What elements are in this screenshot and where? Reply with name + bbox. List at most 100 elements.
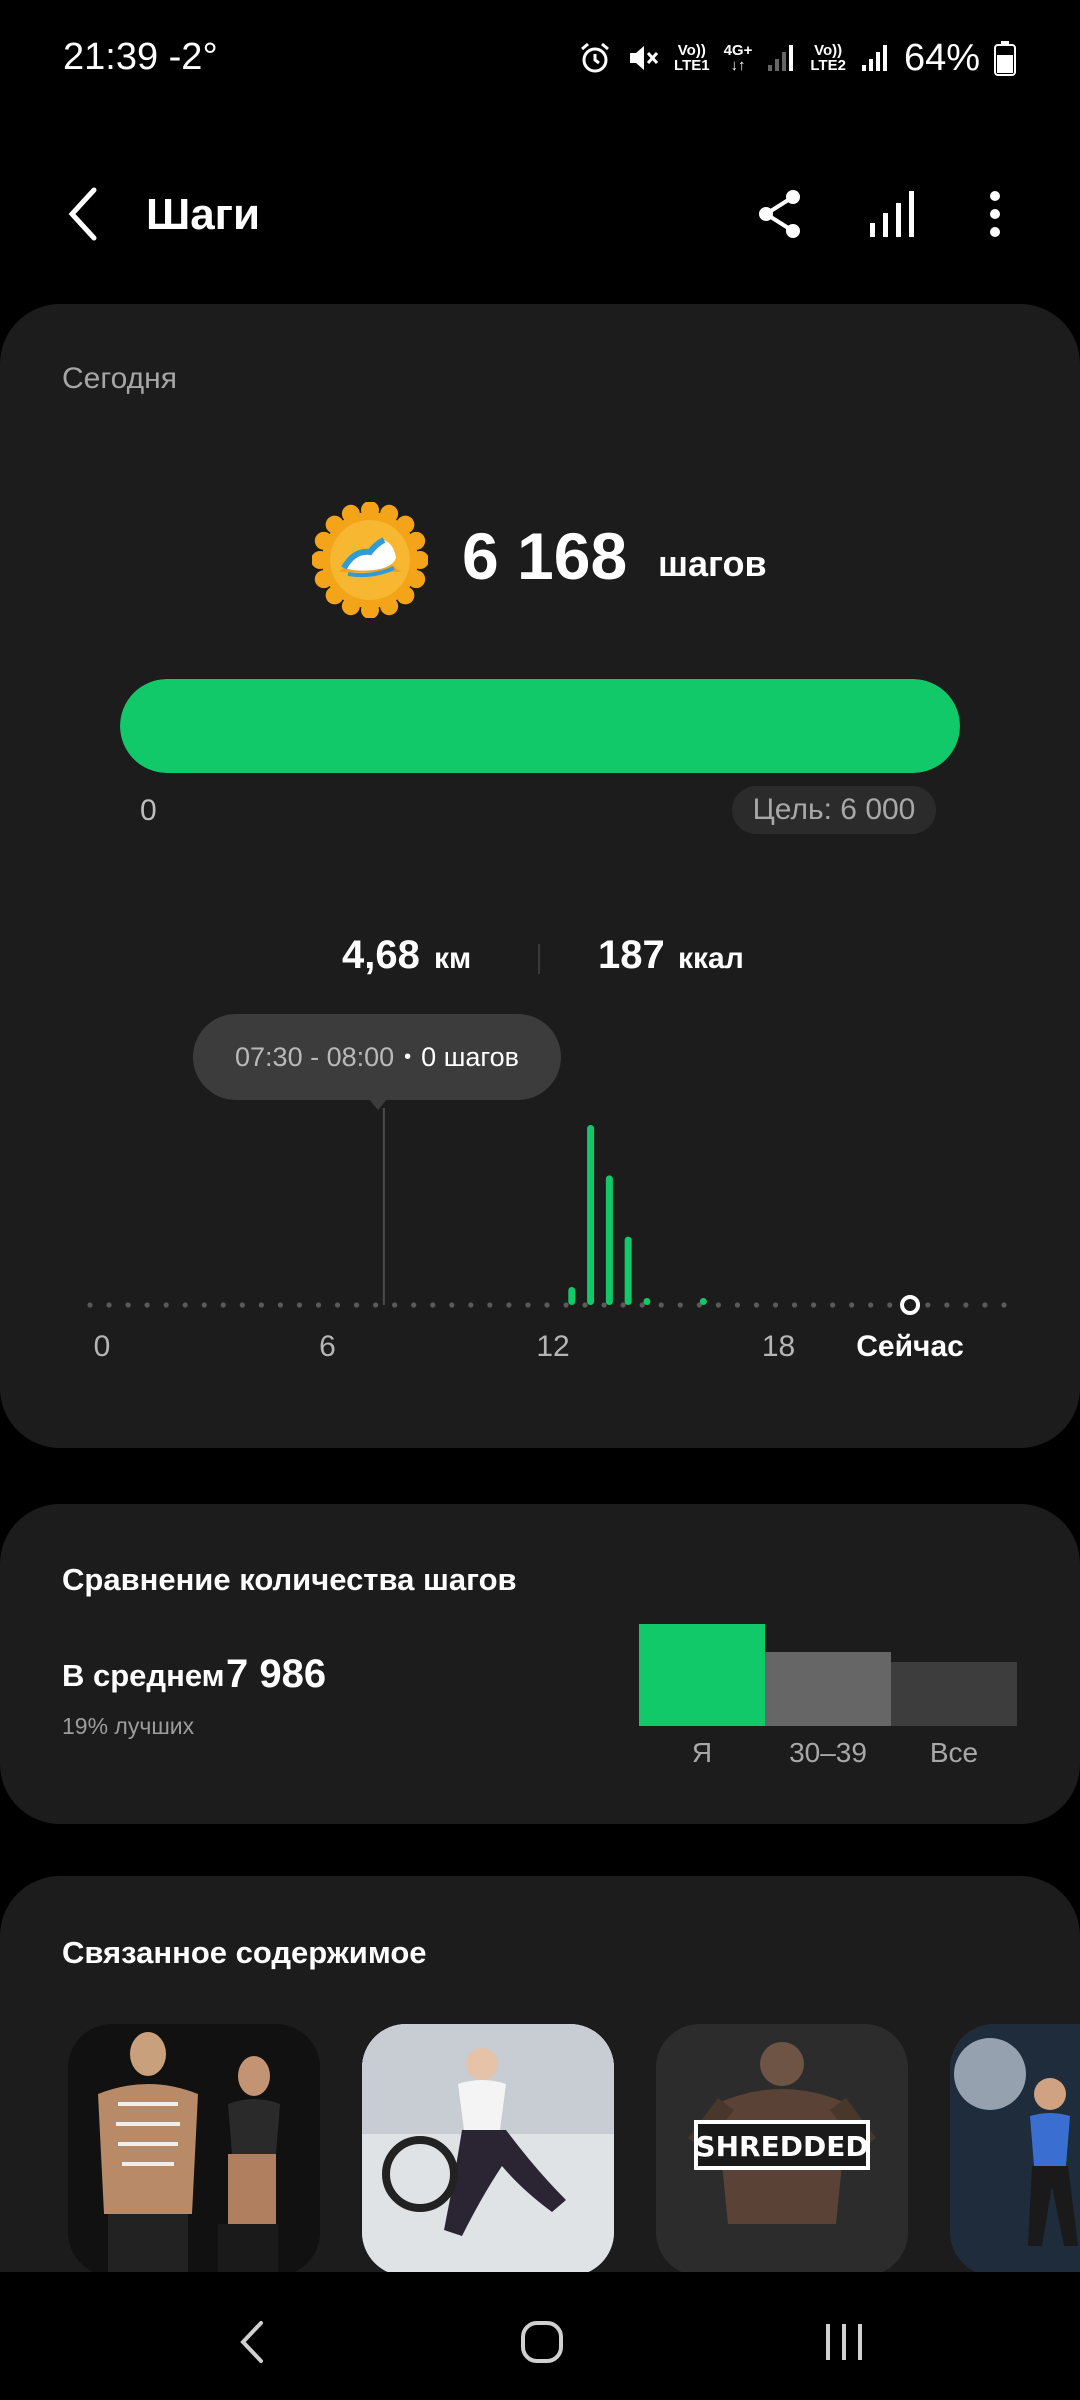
goal-progress-fill: [120, 679, 960, 773]
baseline-dot: [525, 1302, 531, 1308]
baseline-dot: [772, 1302, 779, 1308]
signal-icon: [768, 45, 794, 71]
x-tick-0: 0: [93, 1330, 111, 1363]
baseline-dot: [163, 1302, 169, 1308]
nav-home-button[interactable]: [510, 2310, 574, 2374]
related-item-fitness[interactable]: [950, 2024, 1080, 2276]
baseline-dot: [887, 1302, 893, 1308]
more-vert-icon: [990, 191, 1000, 237]
baseline-dot: [144, 1302, 150, 1308]
baseline-dot: [125, 1302, 131, 1308]
baseline-dot: [715, 1302, 721, 1308]
baseline-dot: [353, 1302, 360, 1308]
distance-unit: км: [434, 942, 472, 975]
fitness-thumbnail-image: [950, 2024, 1080, 2276]
steps-bar[interactable]: [568, 1287, 576, 1305]
battery-icon: [994, 41, 1016, 76]
related-title: Связанное содержимое: [62, 1935, 427, 1970]
nav-back-button[interactable]: [222, 2312, 282, 2372]
cmp-label-all: Все: [929, 1737, 979, 1768]
back-button[interactable]: [52, 182, 116, 246]
baseline-dot: [430, 1302, 436, 1308]
steps-badge-icon: [312, 502, 428, 618]
tooltip-range: 07:30 - 08:00: [235, 1041, 395, 1072]
baseline-dot: [487, 1302, 493, 1308]
steps-bar[interactable]: [605, 1175, 613, 1305]
pilates-thumbnail-image: [362, 2024, 614, 2276]
status-time: 21:39 -2°: [63, 36, 218, 78]
baseline-dot: [734, 1302, 741, 1308]
baseline-dot: [411, 1302, 417, 1308]
related-item-anatomy[interactable]: [68, 2024, 320, 2276]
alarm-icon: [581, 42, 609, 73]
baseline-dot: [582, 1302, 588, 1308]
nav-recents-icon: [826, 2324, 862, 2360]
stats-button[interactable]: [860, 182, 924, 246]
tooltip-count: 0 шагов: [421, 1041, 519, 1072]
calories-value: 187: [598, 933, 665, 977]
baseline-dot: [620, 1302, 626, 1308]
calories-unit: ккал: [678, 942, 744, 975]
comparison-bar: [891, 1661, 1017, 1726]
cmp-label-age: 30–39: [789, 1737, 867, 1768]
distance-value: 4,68: [342, 933, 420, 977]
hourly-steps-chart[interactable]: [0, 1100, 1080, 1320]
steps-bar[interactable]: [587, 1125, 595, 1305]
x-tick-18: 18: [761, 1330, 796, 1363]
baseline-dot: [220, 1302, 226, 1308]
baseline-dot: [258, 1302, 264, 1308]
related-item-pilates[interactable]: [362, 2024, 614, 2276]
more-options-button[interactable]: [963, 182, 1027, 246]
baseline-dot: [296, 1302, 303, 1308]
baseline-dot: [468, 1302, 474, 1308]
shredded-label: SHREDDED: [695, 2130, 868, 2163]
baseline-dot: [239, 1302, 245, 1308]
average-label: В среднем: [62, 1658, 225, 1693]
baseline-dot: [563, 1302, 569, 1308]
baseline-dot: [392, 1302, 398, 1308]
battery-percent: 64%: [903, 36, 980, 79]
baseline-dot: [601, 1302, 607, 1308]
baseline-dot: [982, 1302, 988, 1308]
network-lte1: Vo)) LTE1: [674, 42, 710, 74]
baseline-dot: [944, 1302, 950, 1308]
today-label: Сегодня: [62, 362, 177, 395]
average-value: 7 986: [226, 1652, 327, 1696]
anatomy-thumbnail-image: [68, 2024, 320, 2276]
share-icon: [759, 190, 800, 238]
percentile-text: 19% лучших: [62, 1713, 195, 1739]
goal-badge: Цель: 6 000: [732, 786, 936, 834]
baseline-dot: [373, 1302, 379, 1308]
steps-bar[interactable]: [624, 1236, 632, 1305]
baseline-dot: [201, 1302, 207, 1308]
mute-icon: [630, 46, 659, 70]
baseline-dot: [106, 1302, 112, 1308]
baseline-dot: [334, 1302, 341, 1308]
bar-chart-icon: [870, 191, 914, 237]
baseline-dot: [449, 1302, 455, 1308]
now-marker: [900, 1295, 921, 1315]
steps-unit: шагов: [658, 543, 767, 584]
baseline-dot: [677, 1302, 683, 1308]
baseline-dot: [182, 1302, 188, 1308]
baseline-dot: [791, 1302, 798, 1308]
network-lte2: Vo)) LTE2: [810, 42, 846, 74]
related-item-shredded[interactable]: SHREDDED: [656, 2024, 908, 2276]
cmp-label-me: Я: [691, 1737, 713, 1768]
steps-bar[interactable]: [643, 1298, 651, 1305]
comparison-bars: [639, 1624, 1017, 1726]
comparison-bar: [765, 1651, 891, 1726]
baseline-dot: [810, 1302, 817, 1308]
baseline-dot: [753, 1302, 760, 1308]
baseline-dot: [506, 1302, 512, 1308]
share-button[interactable]: [748, 182, 812, 246]
goal-progress-bar: [120, 679, 960, 773]
stats-divider: [538, 944, 540, 974]
comparison-title: Сравнение количества шагов: [62, 1562, 517, 1597]
steps-bar[interactable]: [699, 1298, 707, 1305]
baseline-dot: [849, 1302, 855, 1308]
baseline-dot: [868, 1302, 874, 1308]
nav-recents-button[interactable]: [812, 2310, 876, 2374]
chart-tooltip: 07:30 - 08:00 • 0 шагов: [193, 1014, 561, 1100]
page-title: Шаги: [146, 190, 261, 239]
